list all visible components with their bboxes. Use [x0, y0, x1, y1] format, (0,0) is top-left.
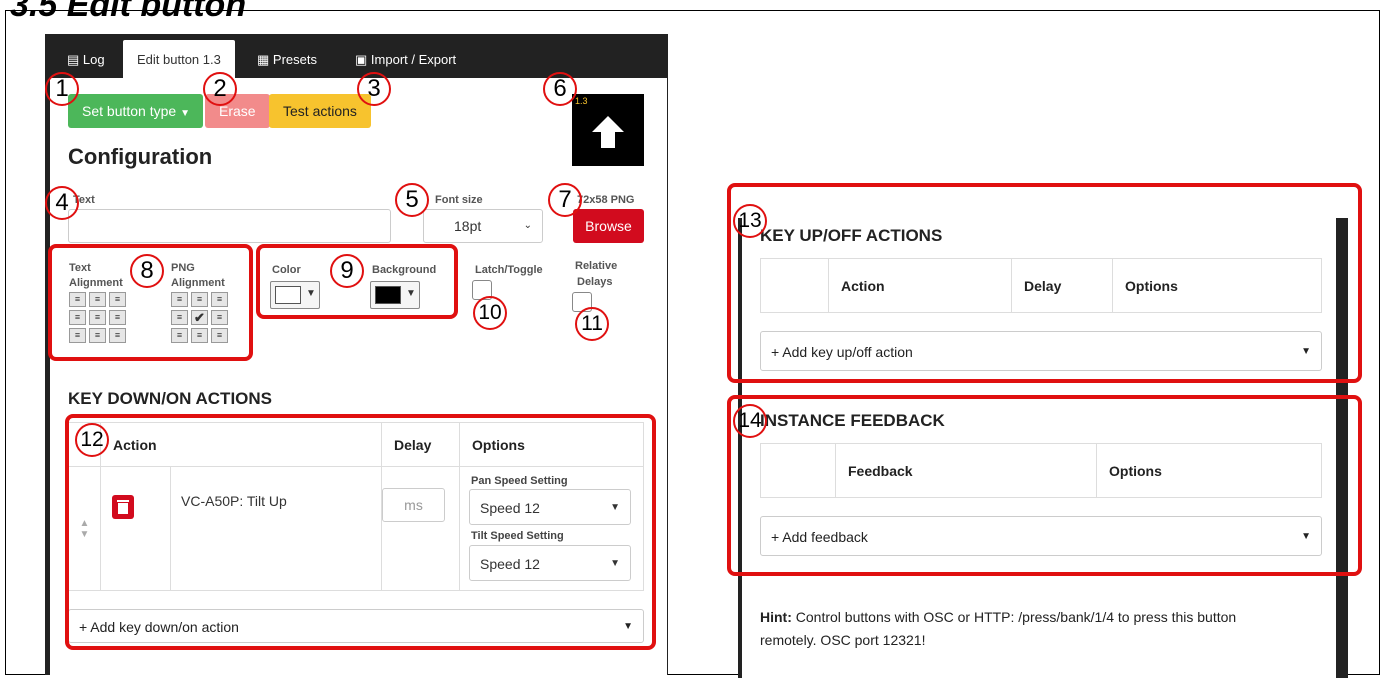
button-preview: 1.3 [572, 94, 644, 166]
tab-presets[interactable]: ▦ Presets [257, 34, 317, 78]
callout-5: 5 [395, 183, 429, 217]
callout-7: 7 [548, 183, 582, 217]
callout-6: 6 [543, 72, 577, 106]
latch-toggle-label: Latch/Toggle [475, 264, 543, 276]
relative-delays-label: Delays [577, 276, 613, 288]
callout-14: 14 [733, 404, 767, 438]
browse-button[interactable]: Browse [573, 209, 644, 243]
callout-1: 1 [45, 72, 79, 106]
callout-8: 8 [130, 254, 164, 288]
tab-bar: ▤ Log Edit button 1.3 ▦ Presets ▣ Import… [45, 34, 668, 78]
preview-label: 1.3 [575, 96, 588, 106]
hint-text: Hint: Control buttons with OSC or HTTP: … [760, 609, 1237, 648]
annotation-box-feedback [727, 395, 1362, 576]
set-button-type-button[interactable]: Set button type ▼ [68, 94, 203, 128]
annotation-box-key-down [65, 414, 656, 650]
panel-edge [667, 78, 668, 675]
chevron-down-icon: ⌄ [523, 220, 532, 231]
font-size-select[interactable]: 18pt ⌄ [423, 209, 543, 243]
callout-9: 9 [330, 254, 364, 288]
callout-4: 4 [45, 186, 79, 220]
callout-11: 11 [575, 307, 609, 341]
png-size-label: 72x58 PNG [577, 194, 635, 206]
callout-3: 3 [357, 72, 391, 106]
gift-icon: ▦ [257, 52, 270, 67]
tab-log[interactable]: ▤ Log [67, 34, 105, 78]
font-size-label: Font size [435, 194, 483, 206]
file-import-icon: ▣ [355, 52, 368, 67]
callout-12: 12 [75, 423, 109, 457]
callout-10: 10 [473, 296, 507, 330]
button-text-input[interactable] [68, 209, 391, 243]
callout-13: 13 [733, 204, 767, 238]
annotation-box-key-up [727, 183, 1362, 383]
log-icon: ▤ [67, 52, 80, 67]
configuration-title: Configuration [68, 144, 213, 169]
test-actions-button[interactable]: Test actions [269, 94, 371, 128]
relative-delays-label: Relative [575, 260, 618, 272]
callout-2: 2 [203, 72, 237, 106]
key-down-title: KEY DOWN/ON ACTIONS [68, 389, 273, 408]
panel-edge [45, 78, 50, 675]
caret-down-icon: ▼ [180, 108, 190, 119]
arrow-up-icon [592, 116, 624, 148]
